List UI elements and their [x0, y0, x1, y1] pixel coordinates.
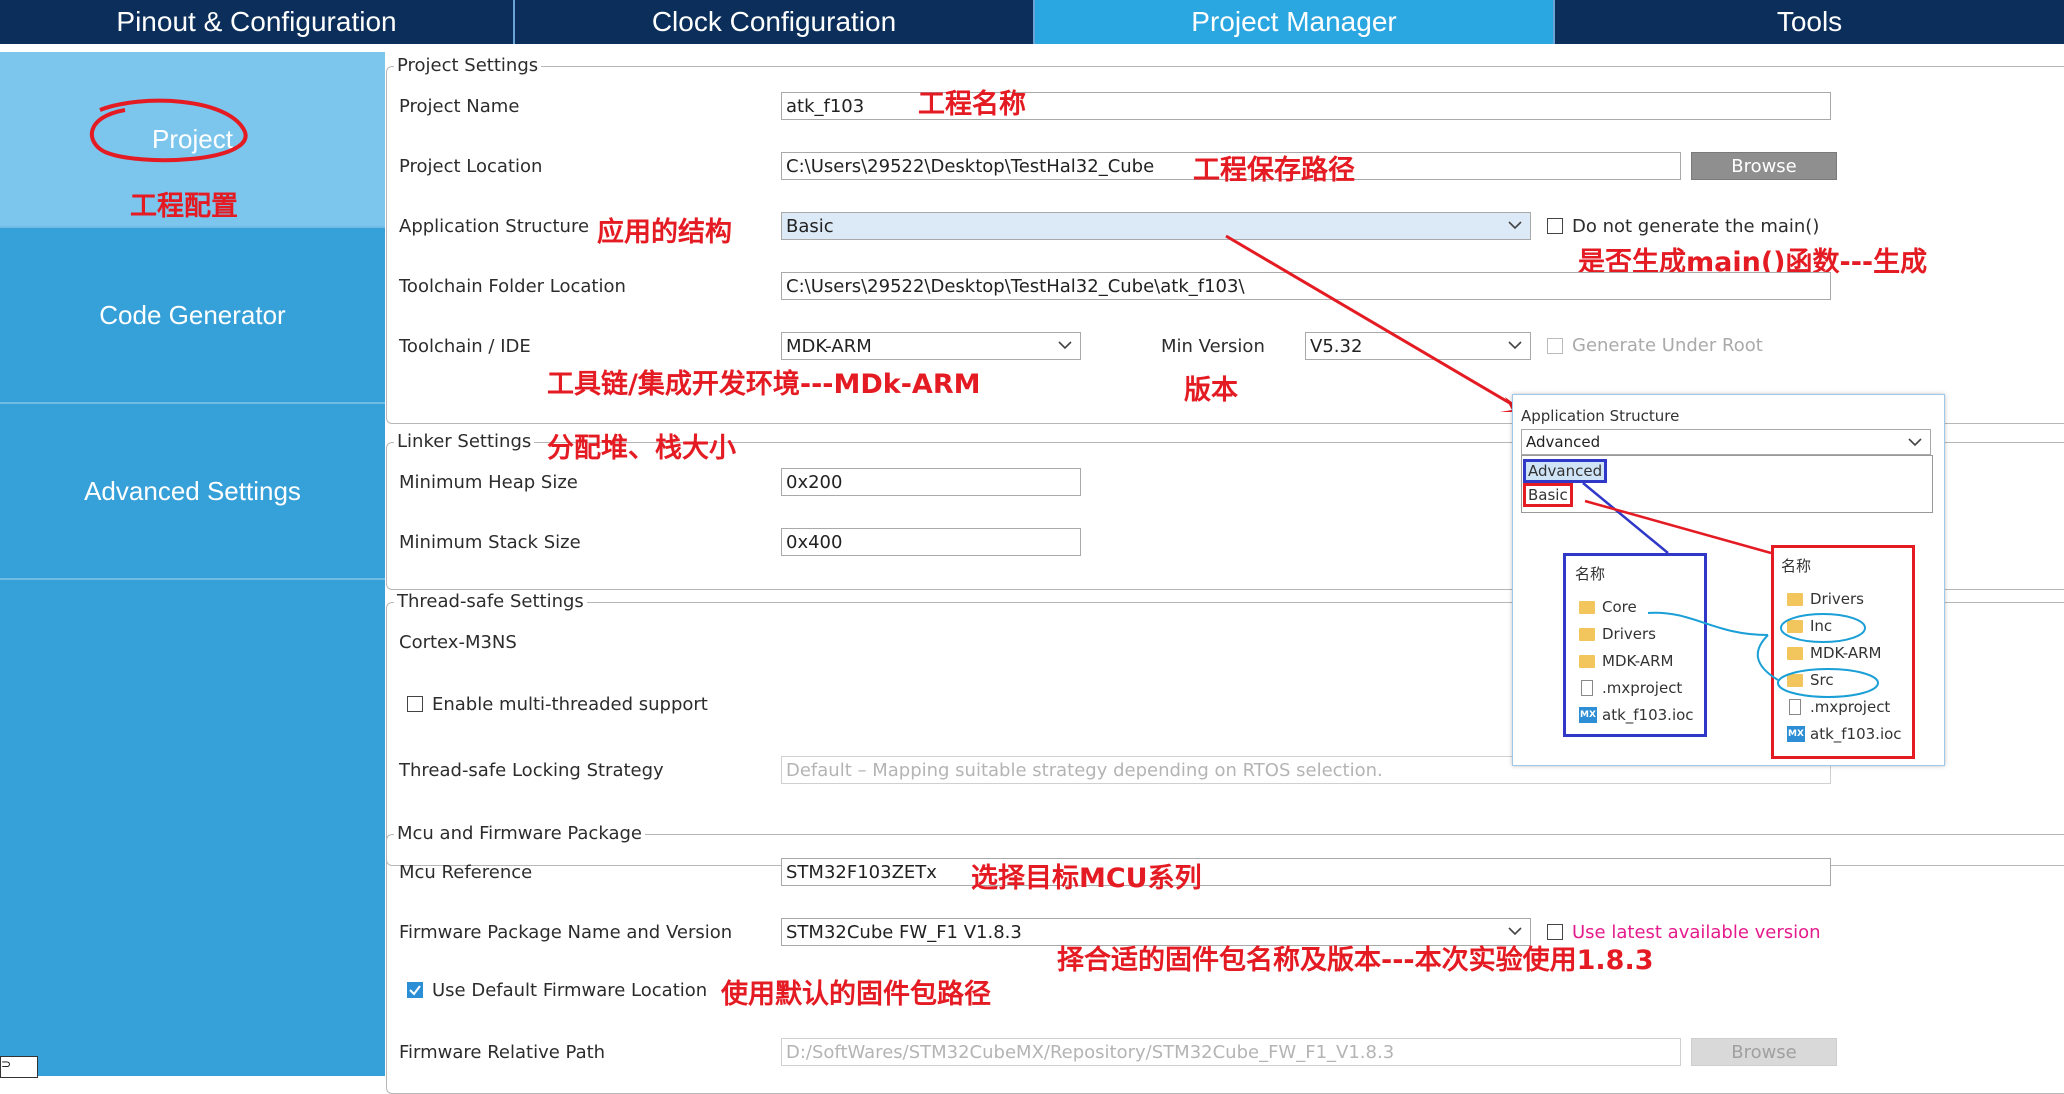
popup-annotation-lines: [1582, 482, 1879, 698]
application-structure-popup: Application Structure Advanced Advanced …: [1512, 394, 1945, 766]
